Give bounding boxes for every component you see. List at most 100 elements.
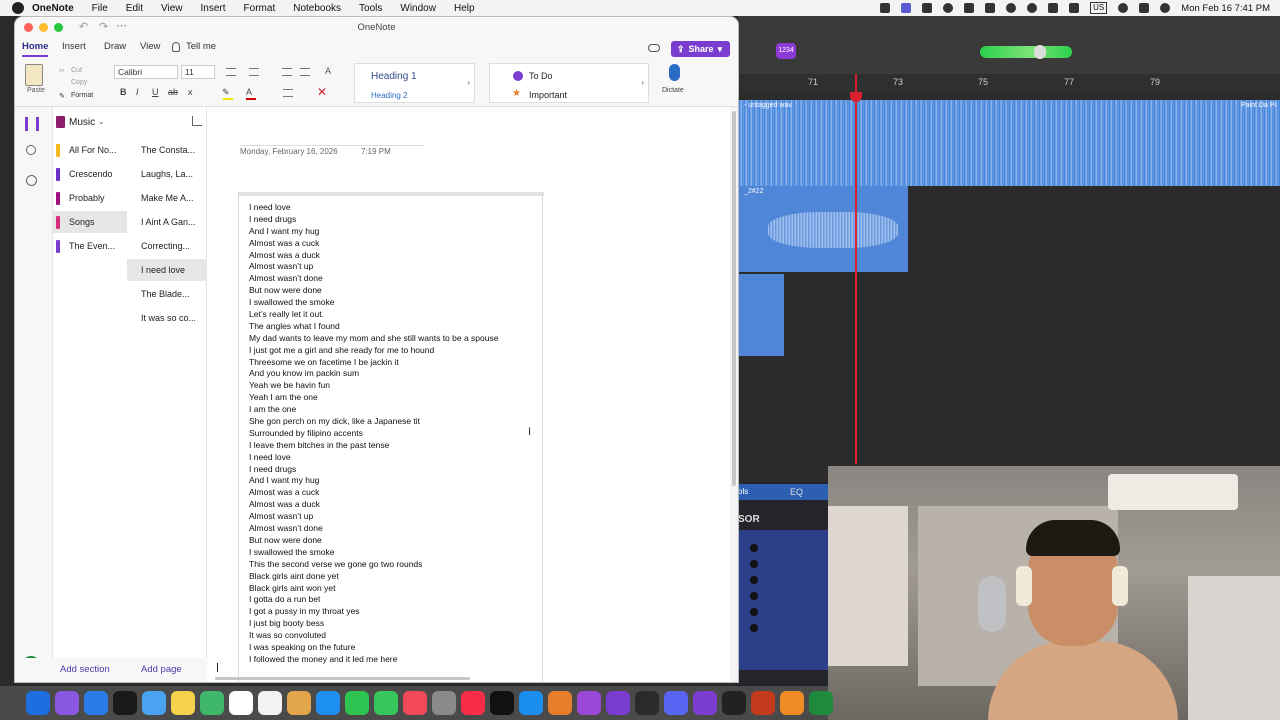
- tags-gallery[interactable]: To Do ★ Important ›: [489, 63, 649, 103]
- note-line[interactable]: Let’s really let it out.: [249, 309, 498, 321]
- note-line[interactable]: I followed the money and it led me here: [249, 654, 498, 666]
- daw-volume-meter[interactable]: [980, 45, 1072, 59]
- sync-cloud-icon[interactable]: [648, 44, 660, 52]
- history-icon[interactable]: [1027, 3, 1038, 13]
- plugin-knob[interactable]: [750, 624, 758, 632]
- note-text[interactable]: I need love I need drugs And I want my hug…: [249, 202, 498, 666]
- excel-icon[interactable]: [809, 691, 833, 715]
- tab-view[interactable]: View: [140, 41, 160, 52]
- menu-window[interactable]: Window: [400, 3, 436, 14]
- note-line[interactable]: Almost wasn’t done: [249, 523, 498, 535]
- note-line[interactable]: I got a pussy in my throat yes: [249, 606, 498, 618]
- copilot-icon[interactable]: [943, 3, 954, 13]
- plugin-knob[interactable]: [750, 592, 758, 600]
- section-item[interactable]: Probably: [53, 187, 127, 209]
- section-item[interactable]: Crescendo: [53, 163, 127, 185]
- section-item[interactable]: The Even...: [53, 235, 127, 257]
- search-icon[interactable]: [26, 145, 36, 155]
- onenote-icon[interactable]: [693, 691, 717, 715]
- note-line[interactable]: Almost wasn’t done: [249, 273, 498, 285]
- page-item[interactable]: The Blade...: [127, 283, 207, 305]
- finder-icon[interactable]: [26, 691, 50, 715]
- paste-icon[interactable]: [25, 64, 43, 86]
- section-item-selected[interactable]: Songs: [53, 211, 127, 233]
- note-line[interactable]: This the second verse we gone go two rou…: [249, 559, 498, 571]
- note-line[interactable]: Almost was a cuck: [249, 487, 498, 499]
- note-line[interactable]: But now were done: [249, 285, 498, 297]
- add-section-button[interactable]: Add section: [60, 664, 110, 675]
- menu-help[interactable]: Help: [454, 3, 475, 14]
- chatgpt-icon[interactable]: [113, 691, 137, 715]
- playhead[interactable]: [855, 74, 857, 464]
- menu-insert[interactable]: Insert: [201, 3, 226, 14]
- spotlight-icon[interactable]: [1118, 3, 1129, 13]
- style-heading-2[interactable]: Heading 2: [371, 91, 407, 100]
- page-item[interactable]: It was so co...: [127, 307, 207, 329]
- dropbox-icon[interactable]: [964, 3, 975, 13]
- note-line[interactable]: I swallowed the smoke: [249, 297, 498, 309]
- section-item[interactable]: All For No...: [53, 139, 127, 161]
- tell-me-search[interactable]: Tell me: [186, 41, 216, 52]
- maps-icon[interactable]: [200, 691, 224, 715]
- tab-insert[interactable]: Insert: [62, 41, 86, 52]
- note-line[interactable]: Almost was a duck: [249, 250, 498, 262]
- page-item[interactable]: Laughs, La...: [127, 163, 207, 185]
- reminders-icon[interactable]: [258, 691, 282, 715]
- add-page-button[interactable]: Add page: [141, 664, 182, 675]
- note-line[interactable]: I am the one: [249, 404, 498, 416]
- note-line[interactable]: Yeah we be havin fun: [249, 380, 498, 392]
- subscript-button[interactable]: x: [188, 87, 193, 97]
- music-icon[interactable]: [461, 691, 485, 715]
- microphone-icon[interactable]: [669, 64, 680, 81]
- tag-important[interactable]: Important: [529, 90, 567, 100]
- final-cut-icon[interactable]: [635, 691, 659, 715]
- note-line[interactable]: Almost wasn’t up: [249, 261, 498, 273]
- battery-icon[interactable]: [1048, 3, 1059, 13]
- input-source[interactable]: US: [1090, 2, 1108, 14]
- scrollbar-thumb[interactable]: [215, 677, 470, 680]
- plugin-knob[interactable]: [750, 544, 758, 552]
- note-line[interactable]: Threesome we on facetime I be jackin it: [249, 357, 498, 369]
- messages-icon[interactable]: [374, 691, 398, 715]
- note-line[interactable]: But now were done: [249, 535, 498, 547]
- note-line[interactable]: I just big booty bess: [249, 618, 498, 630]
- note-container-handle[interactable]: [239, 192, 544, 196]
- wifi-icon[interactable]: [1069, 3, 1080, 13]
- daw-audio-region[interactable]: - untagged wav Paint Da Pi: [738, 100, 1280, 186]
- chevron-right-icon[interactable]: ›: [641, 78, 644, 87]
- menu-app-name[interactable]: OneNote: [32, 3, 74, 14]
- safari-icon[interactable]: [84, 691, 108, 715]
- page-item[interactable]: Correcting...: [127, 235, 207, 257]
- bluetooth-icon[interactable]: [985, 3, 996, 13]
- tab-home[interactable]: Home: [22, 41, 48, 52]
- font-color-icon[interactable]: A: [246, 87, 252, 97]
- note-line[interactable]: And I want my hug: [249, 475, 498, 487]
- launchpad-icon[interactable]: [55, 691, 79, 715]
- app-store-icon[interactable]: [519, 691, 543, 715]
- style-heading-1[interactable]: Heading 1: [371, 71, 417, 82]
- note-line[interactable]: Surrounded by filipino accents: [249, 428, 498, 440]
- notebooks-icon[interactable]: [25, 117, 39, 131]
- note-line[interactable]: It was so convoluted: [249, 630, 498, 642]
- menu-notebooks[interactable]: Notebooks: [293, 3, 341, 14]
- play-icon[interactable]: [1006, 3, 1017, 13]
- highlight-icon[interactable]: ✎: [222, 87, 230, 98]
- note-line[interactable]: I need drugs: [249, 464, 498, 476]
- settings-icon[interactable]: [432, 691, 456, 715]
- note-line[interactable]: I swallowed the smoke: [249, 547, 498, 559]
- note-line[interactable]: I was speaking on the future: [249, 642, 498, 654]
- daw-volume-knob[interactable]: [1034, 45, 1046, 59]
- horizontal-scrollbar[interactable]: [215, 676, 675, 681]
- menu-edit[interactable]: Edit: [126, 3, 143, 14]
- note-container[interactable]: I need love I need drugs And I want my hug…: [238, 192, 544, 682]
- outdent-icon[interactable]: [282, 68, 292, 76]
- italic-button[interactable]: I: [136, 87, 139, 97]
- numbering-icon[interactable]: [249, 68, 259, 76]
- underline-button[interactable]: U: [152, 87, 159, 97]
- format-styles-icon[interactable]: A: [325, 66, 331, 76]
- page-title-field[interactable]: [240, 145, 424, 146]
- note-line[interactable]: Almost wasn’t up: [249, 511, 498, 523]
- note-line[interactable]: My dad wants to leave my mom and she sti…: [249, 333, 498, 345]
- format-painter-button[interactable]: Format: [71, 92, 93, 99]
- vertical-scrollbar[interactable]: [730, 107, 738, 682]
